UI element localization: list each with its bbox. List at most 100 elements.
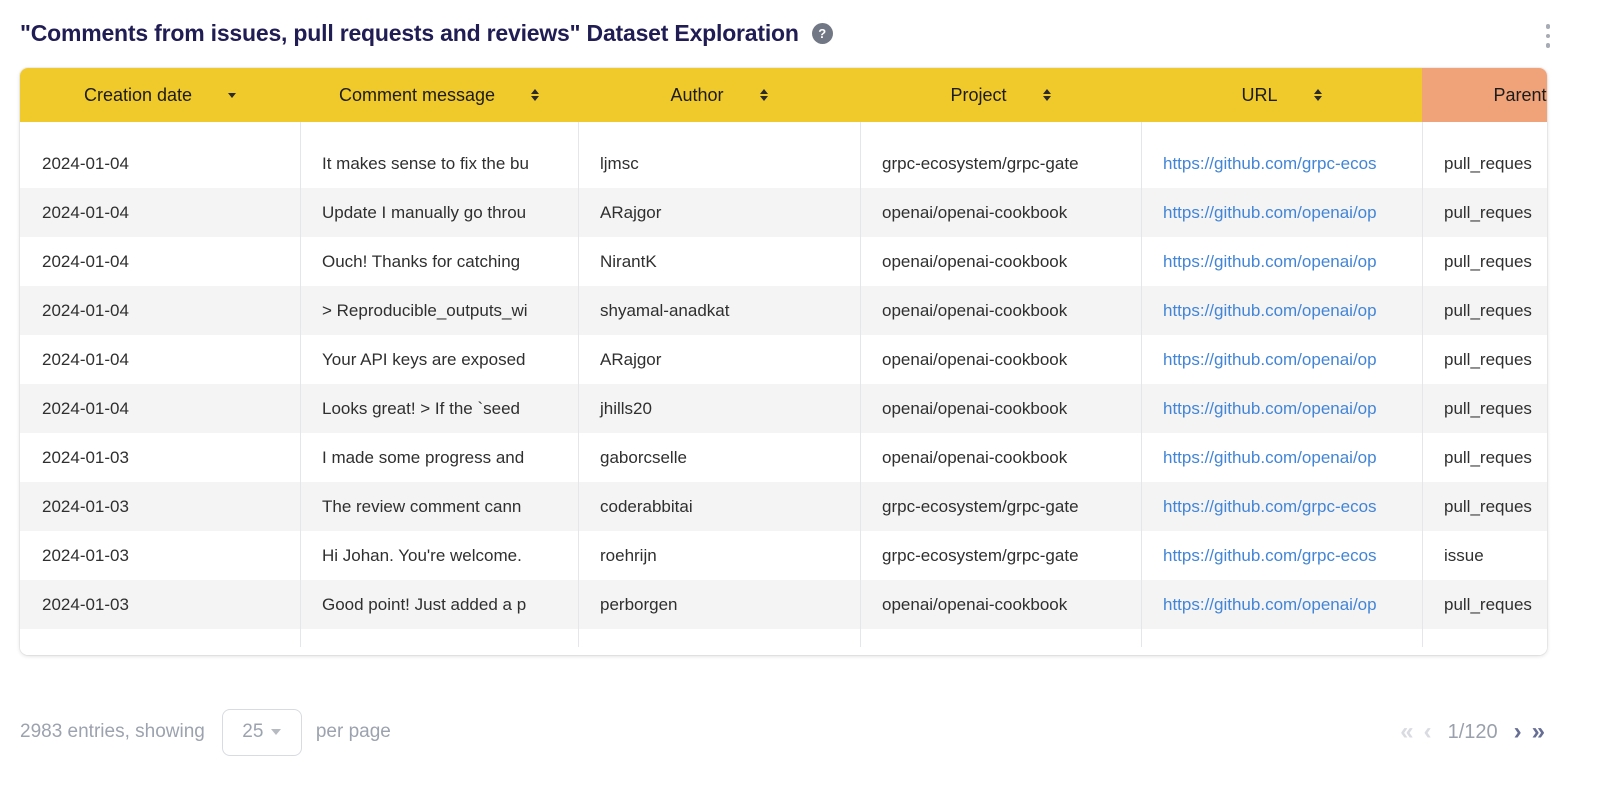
dataset-table: Creation date Comment message Author Pro… (20, 68, 1547, 655)
sort-icon (1043, 89, 1051, 101)
url-link[interactable]: https://github.com/openai/op (1163, 301, 1377, 321)
pager: « ‹ 1/120 › » (1400, 720, 1545, 744)
table-row: 2024-01-04 Looks great! > If the `seed j… (20, 384, 1547, 433)
cell-url: https://github.com/openai/op (1141, 335, 1422, 384)
cell-project: openai/openai-cookbook (860, 433, 1141, 482)
cell-comment-message: Your API keys are exposed (300, 335, 578, 384)
cell-author: coderabbitai (578, 482, 860, 531)
table-row: 2024-01-03 The review comment cann coder… (20, 482, 1547, 531)
sort-icon (1314, 89, 1322, 101)
sort-icon (760, 89, 768, 101)
cell-author: gaborcselle (578, 433, 860, 482)
table-row: 2024-01-04 Ouch! Thanks for catching Nir… (20, 237, 1547, 286)
chevron-down-icon (271, 729, 281, 735)
url-link[interactable]: https://github.com/openai/op (1163, 350, 1377, 370)
page-title: "Comments from issues, pull requests and… (20, 20, 799, 47)
url-link[interactable]: https://github.com/openai/op (1163, 252, 1377, 272)
title-bar: "Comments from issues, pull requests and… (20, 20, 833, 47)
cell-comment-message: The review comment cann (300, 482, 578, 531)
kebab-menu-icon[interactable] (1546, 24, 1551, 48)
cell-creation-date: 2024-01-04 (20, 139, 300, 188)
cell-parent: pull_reques (1422, 335, 1547, 384)
cell-project: grpc-ecosystem/grpc-gate (860, 482, 1141, 531)
cell-url: https://github.com/grpc-ecos (1141, 531, 1422, 580)
table-row: 2024-01-03 Good point! Just added a p pe… (20, 580, 1547, 629)
cell-url: https://github.com/openai/op (1141, 286, 1422, 335)
table-rows-container: 2024-01-04 It makes sense to fix the bu … (20, 139, 1547, 629)
url-link[interactable]: https://github.com/grpc-ecos (1163, 154, 1377, 174)
cell-parent: pull_reques (1422, 139, 1547, 188)
cell-parent: pull_reques (1422, 433, 1547, 482)
column-header-url[interactable]: URL (1141, 68, 1422, 122)
cell-parent: pull_reques (1422, 482, 1547, 531)
cell-author: NirantK (578, 237, 860, 286)
next-page-button[interactable]: › (1514, 720, 1522, 744)
page-indicator: 1/120 (1448, 721, 1498, 744)
body-top-spacer (20, 122, 1547, 139)
cell-url: https://github.com/grpc-ecos (1141, 482, 1422, 531)
column-header-creation-date[interactable]: Creation date (20, 68, 300, 122)
column-header-project[interactable]: Project (860, 68, 1141, 122)
kebab-dot (1546, 24, 1551, 29)
table-header-row: Creation date Comment message Author Pro… (20, 68, 1547, 122)
url-link[interactable]: https://github.com/openai/op (1163, 203, 1377, 223)
table-body: 2024-01-04 It makes sense to fix the bu … (20, 122, 1547, 655)
column-label: Project (950, 85, 1006, 106)
prev-page-button[interactable]: ‹ (1424, 720, 1432, 744)
table-row: 2024-01-03 I made some progress and gabo… (20, 433, 1547, 482)
cell-comment-message: I made some progress and (300, 433, 578, 482)
cell-author: roehrijn (578, 531, 860, 580)
column-divider (1422, 122, 1423, 647)
cell-url: https://github.com/grpc-ecos (1141, 139, 1422, 188)
cell-creation-date: 2024-01-04 (20, 188, 300, 237)
column-header-parent[interactable]: Parent (1422, 68, 1547, 122)
cell-comment-message: > Reproducible_outputs_wi (300, 286, 578, 335)
cell-comment-message: Ouch! Thanks for catching (300, 237, 578, 286)
column-label: Author (670, 85, 723, 106)
first-page-button[interactable]: « (1400, 720, 1413, 744)
sort-desc-icon (228, 93, 236, 98)
table-row: 2024-01-04 It makes sense to fix the bu … (20, 139, 1547, 188)
column-divider (1141, 122, 1142, 647)
column-label: Comment message (339, 85, 495, 106)
table-row: 2024-01-03 Hi Johan. You're welcome. roe… (20, 531, 1547, 580)
cell-parent: pull_reques (1422, 237, 1547, 286)
column-divider (860, 122, 861, 647)
url-link[interactable]: https://github.com/grpc-ecos (1163, 497, 1377, 517)
cell-comment-message: It makes sense to fix the bu (300, 139, 578, 188)
cell-parent: issue (1422, 531, 1547, 580)
url-link[interactable]: https://github.com/openai/op (1163, 448, 1377, 468)
cell-creation-date: 2024-01-04 (20, 335, 300, 384)
cell-comment-message: Update I manually go throu (300, 188, 578, 237)
page-size-select[interactable]: 25 (222, 709, 302, 756)
cell-comment-message: Good point! Just added a p (300, 580, 578, 629)
column-divider (300, 122, 301, 647)
column-divider (578, 122, 579, 647)
cell-creation-date: 2024-01-04 (20, 237, 300, 286)
last-page-button[interactable]: » (1532, 720, 1545, 744)
url-link[interactable]: https://github.com/openai/op (1163, 399, 1377, 419)
cell-author: shyamal-anadkat (578, 286, 860, 335)
help-icon[interactable]: ? (812, 23, 833, 44)
url-link[interactable]: https://github.com/openai/op (1163, 595, 1377, 615)
cell-project: grpc-ecosystem/grpc-gate (860, 139, 1141, 188)
column-header-author[interactable]: Author (578, 68, 860, 122)
column-label: URL (1241, 85, 1277, 106)
cell-project: grpc-ecosystem/grpc-gate (860, 531, 1141, 580)
per-page-label: per page (316, 721, 391, 743)
table-row: 2024-01-04 Update I manually go throu AR… (20, 188, 1547, 237)
column-header-comment-message[interactable]: Comment message (300, 68, 578, 122)
cell-creation-date: 2024-01-03 (20, 433, 300, 482)
pagination-footer: 2983 entries, showing 25 per page « ‹ 1/… (0, 706, 1600, 758)
cell-project: openai/openai-cookbook (860, 335, 1141, 384)
cell-project: openai/openai-cookbook (860, 237, 1141, 286)
cell-parent: pull_reques (1422, 286, 1547, 335)
cell-parent: pull_reques (1422, 384, 1547, 433)
entries-count-text: 2983 entries, showing (20, 721, 205, 743)
column-label: Creation date (84, 85, 192, 106)
table-row: 2024-01-04 > Reproducible_outputs_wi shy… (20, 286, 1547, 335)
cell-creation-date: 2024-01-03 (20, 580, 300, 629)
cell-creation-date: 2024-01-04 (20, 286, 300, 335)
cell-author: ljmsc (578, 139, 860, 188)
url-link[interactable]: https://github.com/grpc-ecos (1163, 546, 1377, 566)
